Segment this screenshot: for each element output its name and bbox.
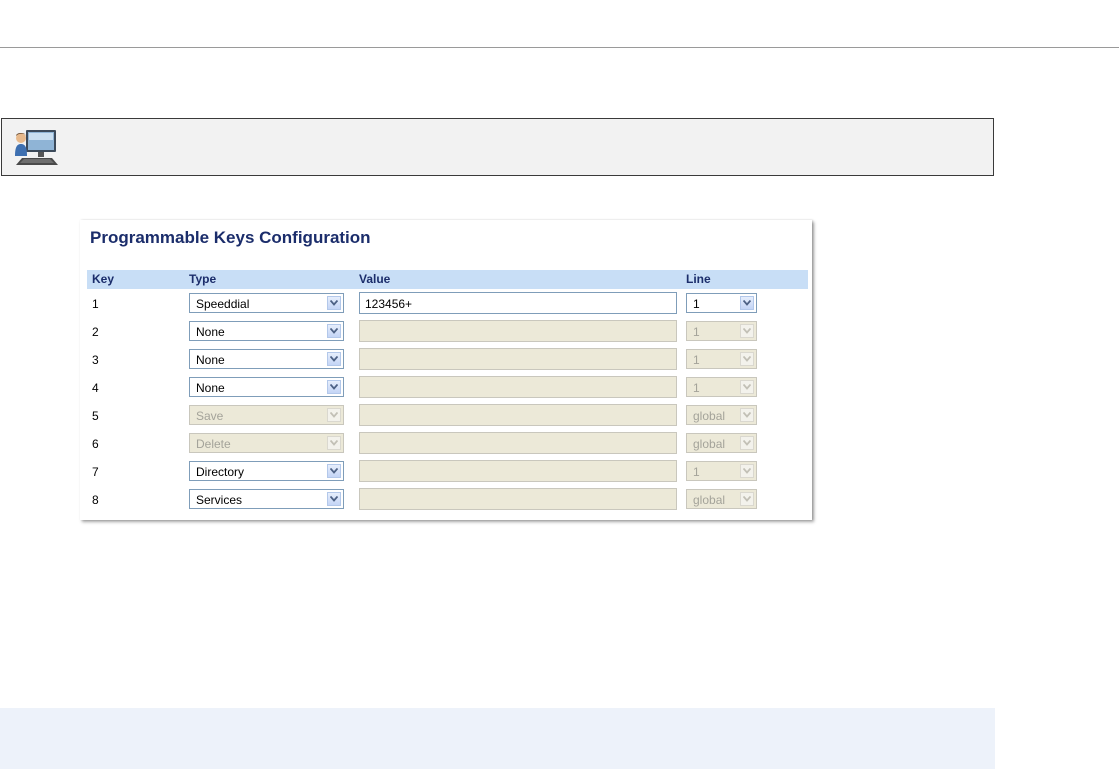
line-select[interactable]: 1: [686, 293, 757, 313]
line-select: 1: [686, 377, 757, 397]
type-select-value: None: [196, 353, 225, 367]
chevron-down-icon: [327, 380, 341, 394]
value-input: [359, 320, 677, 342]
type-select-value: Delete: [196, 437, 231, 451]
key-number: 3: [92, 353, 99, 367]
value-input: [359, 376, 677, 398]
column-header-line: Line: [686, 272, 711, 286]
value-input: [359, 488, 677, 510]
type-select-value: Save: [196, 409, 224, 423]
computer-user-icon: [15, 130, 58, 165]
table-row: 4 None 1: [87, 373, 808, 401]
type-select-value: Speeddial: [196, 297, 250, 311]
chevron-down-icon: [327, 352, 341, 366]
page: Programmable Keys Configuration Key Type…: [0, 0, 1119, 769]
chevron-down-icon: [327, 492, 341, 506]
line-select: global: [686, 405, 757, 425]
type-select[interactable]: None: [189, 321, 344, 341]
key-number: 4: [92, 381, 99, 395]
programmable-keys-panel: Programmable Keys Configuration Key Type…: [80, 220, 812, 520]
line-select-value: global: [693, 409, 726, 423]
chevron-down-icon: [740, 352, 754, 366]
column-header-type: Type: [189, 272, 217, 286]
chevron-down-icon: [327, 408, 341, 422]
type-select: Save: [189, 405, 344, 425]
chevron-down-icon: [327, 324, 341, 338]
type-select: Delete: [189, 433, 344, 453]
line-select-value: 1: [693, 381, 700, 395]
table-row: 7 Directory 1: [87, 457, 808, 485]
table-row: 8 Services global: [87, 485, 808, 513]
line-select: global: [686, 433, 757, 453]
column-header-value: Value: [359, 272, 391, 286]
chevron-down-icon: [740, 296, 754, 310]
key-number: 8: [92, 493, 99, 507]
chevron-down-icon: [740, 408, 754, 422]
table-header: Key Type Value Line: [87, 270, 808, 289]
value-input-text: 123456+: [365, 297, 413, 311]
value-input: [359, 404, 677, 426]
key-number: 2: [92, 325, 99, 339]
bottom-band: [0, 708, 995, 769]
value-input: [359, 348, 677, 370]
key-number: 1: [92, 297, 99, 311]
chevron-down-icon: [327, 436, 341, 450]
panel-title: Programmable Keys Configuration: [90, 228, 371, 247]
type-select[interactable]: Directory: [189, 461, 344, 481]
chevron-down-icon: [740, 380, 754, 394]
chevron-down-icon: [740, 436, 754, 450]
type-select-value: None: [196, 381, 225, 395]
value-input[interactable]: 123456+: [359, 292, 677, 314]
note-box: [1, 118, 994, 176]
key-number: 6: [92, 437, 99, 451]
key-number: 7: [92, 465, 99, 479]
line-select-value: 1: [693, 465, 700, 479]
table-row: 5 Save global: [87, 401, 808, 429]
chevron-down-icon: [327, 464, 341, 478]
type-select-value: Services: [196, 493, 243, 507]
chevron-down-icon: [740, 492, 754, 506]
type-select[interactable]: Speeddial: [189, 293, 344, 313]
line-select: 1: [686, 321, 757, 341]
table-row: 2 None 1: [87, 317, 808, 345]
column-header-key: Key: [92, 272, 115, 286]
type-select-value: Directory: [196, 465, 245, 479]
type-select[interactable]: Services: [189, 489, 344, 509]
line-select: 1: [686, 349, 757, 369]
chevron-down-icon: [740, 324, 754, 338]
line-select-value: global: [693, 437, 726, 451]
keys-table: Key Type Value Line 1 Speeddial 123456+ 1 2 N…: [87, 270, 808, 513]
type-select-value: None: [196, 325, 225, 339]
key-number: 5: [92, 409, 99, 423]
chevron-down-icon: [327, 296, 341, 310]
table-row: 3 None 1: [87, 345, 808, 373]
line-select: global: [686, 489, 757, 509]
chevron-down-icon: [740, 464, 754, 478]
line-select-value: 1: [693, 325, 700, 339]
type-select[interactable]: None: [189, 377, 344, 397]
type-select[interactable]: None: [189, 349, 344, 369]
value-input: [359, 432, 677, 454]
line-select-value: 1: [693, 353, 700, 367]
table-row: 1 Speeddial 123456+ 1: [87, 289, 808, 317]
top-divider: [0, 47, 1119, 48]
line-select-value: 1: [693, 297, 700, 311]
table-row: 6 Delete global: [87, 429, 808, 457]
value-input: [359, 460, 677, 482]
table-body: 1 Speeddial 123456+ 1 2 None 1 3 None 1 4 None 1 5 Sav…: [87, 289, 808, 513]
line-select-value: global: [693, 493, 726, 507]
line-select: 1: [686, 461, 757, 481]
